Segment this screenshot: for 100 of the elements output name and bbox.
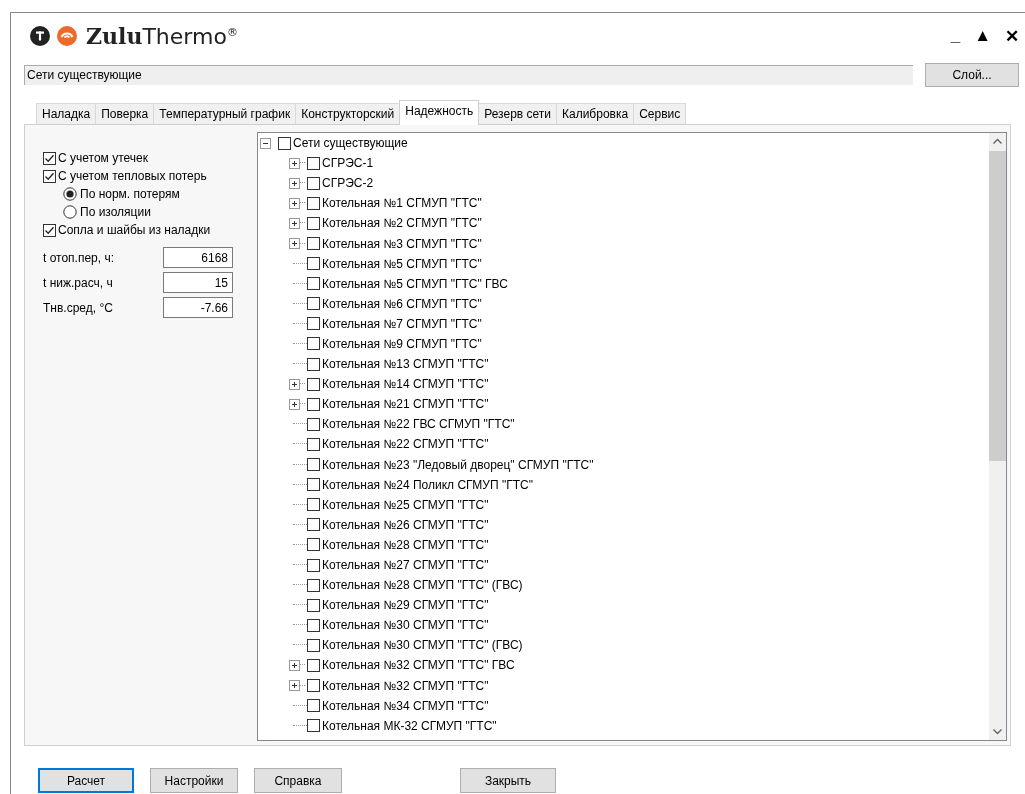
checkbox[interactable] (278, 136, 291, 150)
tree-item[interactable]: Котельная №28 СГМУП "ГТС" (ГВС) (322, 578, 523, 593)
checkbox[interactable] (307, 156, 320, 170)
checkbox[interactable] (307, 337, 320, 351)
checkbox[interactable] (307, 297, 320, 311)
radio-button[interactable] (63, 205, 77, 219)
dialog-button[interactable]: Справка (254, 768, 342, 793)
tree-item[interactable]: Котельная №22 СГМУП "ГТС" (322, 437, 489, 452)
tree-item[interactable]: Котельная №24 Поликл СГМУП "ГТС" (322, 477, 533, 492)
checkbox[interactable] (307, 538, 320, 552)
input-field[interactable]: 6168 (163, 247, 233, 268)
checked-checkbox[interactable] (43, 223, 56, 237)
tree-item[interactable]: Котельная №28 СГМУП "ГТС" (322, 537, 489, 552)
checked-checkbox[interactable] (43, 151, 56, 165)
checkbox[interactable] (307, 659, 320, 672)
tree-item[interactable]: Котельная №22 ГВС СГМУП "ГТС" (322, 417, 515, 432)
tab[interactable]: Калибровка (556, 103, 635, 124)
checkbox[interactable] (307, 357, 320, 371)
expand-icon[interactable] (289, 238, 300, 249)
tab[interactable]: Надежность (399, 100, 480, 125)
tree-item[interactable]: Котельная №30 СГМУП "ГТС" (ГВС) (322, 638, 523, 653)
checkbox[interactable] (307, 317, 320, 331)
checkbox[interactable] (307, 257, 320, 271)
checkbox[interactable] (307, 277, 320, 291)
checkbox[interactable] (307, 216, 320, 230)
checkbox[interactable] (307, 638, 320, 652)
checkbox[interactable] (307, 618, 320, 632)
checkbox[interactable] (307, 417, 320, 431)
close-button[interactable]: ✕ (1005, 25, 1019, 47)
tree-item[interactable]: Котельная №30 СГМУП "ГТС" (322, 618, 489, 633)
tree-item[interactable]: Котельная №5 СГМУП "ГТС" ГВС (322, 276, 508, 291)
checkbox[interactable] (307, 237, 320, 250)
checkbox[interactable] (307, 558, 320, 572)
collapse-icon[interactable] (260, 137, 271, 149)
expand-icon[interactable] (289, 217, 300, 229)
tree-item[interactable]: Котельная №29 СГМУП "ГТС" (322, 598, 489, 613)
checkbox[interactable] (307, 598, 320, 612)
layer-button[interactable]: Слой... (925, 63, 1019, 87)
checkbox[interactable] (307, 397, 320, 411)
dialog-button[interactable]: Расчет (38, 768, 134, 793)
tree-item[interactable]: Котельная №21 СГМУП "ГТС" (322, 397, 489, 412)
maximize-button[interactable]: ▲ (974, 25, 991, 47)
checkbox[interactable] (307, 498, 320, 512)
tree-item[interactable]: Котельная №32 СГМУП "ГТС" ГВС (322, 658, 515, 673)
field-label: t отоп.пер, ч: (43, 250, 116, 265)
scrollbar-thumb[interactable] (989, 151, 1006, 461)
tree-item[interactable]: Котельная №32 СГМУП "ГТС" (322, 678, 489, 693)
checkbox[interactable] (307, 176, 320, 190)
field-label: t ниж.расч, ч (43, 275, 114, 290)
tree-item[interactable]: Котельная №5 СГМУП "ГТС" (322, 256, 482, 271)
expand-icon[interactable] (289, 177, 300, 189)
checkbox[interactable] (307, 719, 320, 733)
checkbox[interactable] (307, 518, 320, 532)
tree-item[interactable]: Котельная №7 СГМУП "ГТС" (322, 316, 482, 331)
tab[interactable]: Температурный график (153, 103, 297, 124)
selected-radio-button[interactable] (63, 187, 77, 201)
expand-icon[interactable] (289, 157, 300, 169)
expand-icon[interactable] (289, 378, 300, 390)
expand-icon[interactable] (289, 660, 300, 671)
input-field[interactable]: -7.66 (163, 297, 233, 318)
input-field[interactable]: 15 (163, 272, 233, 293)
tree-item[interactable]: Котельная №2 СГМУП "ГТС" (322, 216, 482, 231)
tree-item[interactable]: Котельная №25 СГМУП "ГТС" (322, 497, 489, 512)
option-label: С учетом тепловых потерь (58, 169, 207, 183)
tree-item[interactable]: Котельная №27 СГМУП "ГТС" (322, 558, 489, 572)
checkbox[interactable] (307, 478, 320, 492)
tree-item[interactable]: Котельная №3 СГМУП "ГТС" (322, 236, 482, 251)
tab[interactable]: Сервис (633, 103, 687, 124)
expand-icon[interactable] (289, 197, 300, 209)
tree-item[interactable]: СГРЭС-1 (322, 156, 374, 171)
tab[interactable]: Наладка (36, 103, 97, 124)
minimize-button[interactable]: _ (950, 25, 961, 47)
tab[interactable]: Конструкторский (295, 103, 401, 124)
checkbox[interactable] (307, 578, 320, 592)
layer-field[interactable]: Сети существующие (24, 65, 913, 85)
scrollbar[interactable] (989, 133, 1006, 740)
tree-item[interactable]: СГРЭС-2 (322, 176, 374, 191)
checkbox[interactable] (307, 458, 320, 472)
tree-item[interactable]: Котельная №6 СГМУП "ГТС" (322, 296, 482, 311)
tree-item[interactable]: Котельная №14 СГМУП "ГТС" (322, 377, 489, 392)
dialog-button[interactable]: Закрыть (460, 768, 556, 793)
checkbox[interactable] (307, 196, 320, 210)
tree-item[interactable]: Котельная №13 СГМУП "ГТС" (322, 357, 489, 372)
tree-item[interactable]: Котельная №34 СГМУП "ГТС" (322, 698, 489, 713)
expand-icon[interactable] (289, 398, 300, 410)
tree-item[interactable]: Котельная №9 СГМУП "ГТС" (322, 337, 482, 351)
tree-item[interactable]: Котельная №23 "Ледовый дворец" СГМУП "ГТС" (322, 457, 594, 472)
tree-item[interactable]: Котельная №1 СГМУП "ГТС" (322, 196, 482, 211)
tree-item[interactable]: Котельная МК-32 СГМУП "ГТС" (322, 718, 497, 733)
checkbox[interactable] (307, 679, 320, 693)
expand-icon[interactable] (289, 680, 300, 692)
checked-checkbox[interactable] (43, 169, 56, 183)
tab[interactable]: Поверка (95, 103, 155, 124)
checkbox[interactable] (307, 699, 320, 713)
checkbox[interactable] (307, 437, 320, 451)
tree-item[interactable]: Котельная №26 СГМУП "ГТС" (322, 517, 489, 532)
dialog-button[interactable]: Настройки (150, 768, 238, 793)
tab[interactable]: Резерв сети (478, 103, 557, 124)
checkbox[interactable] (307, 377, 320, 391)
tree-item[interactable]: Сети существующие (293, 136, 408, 151)
